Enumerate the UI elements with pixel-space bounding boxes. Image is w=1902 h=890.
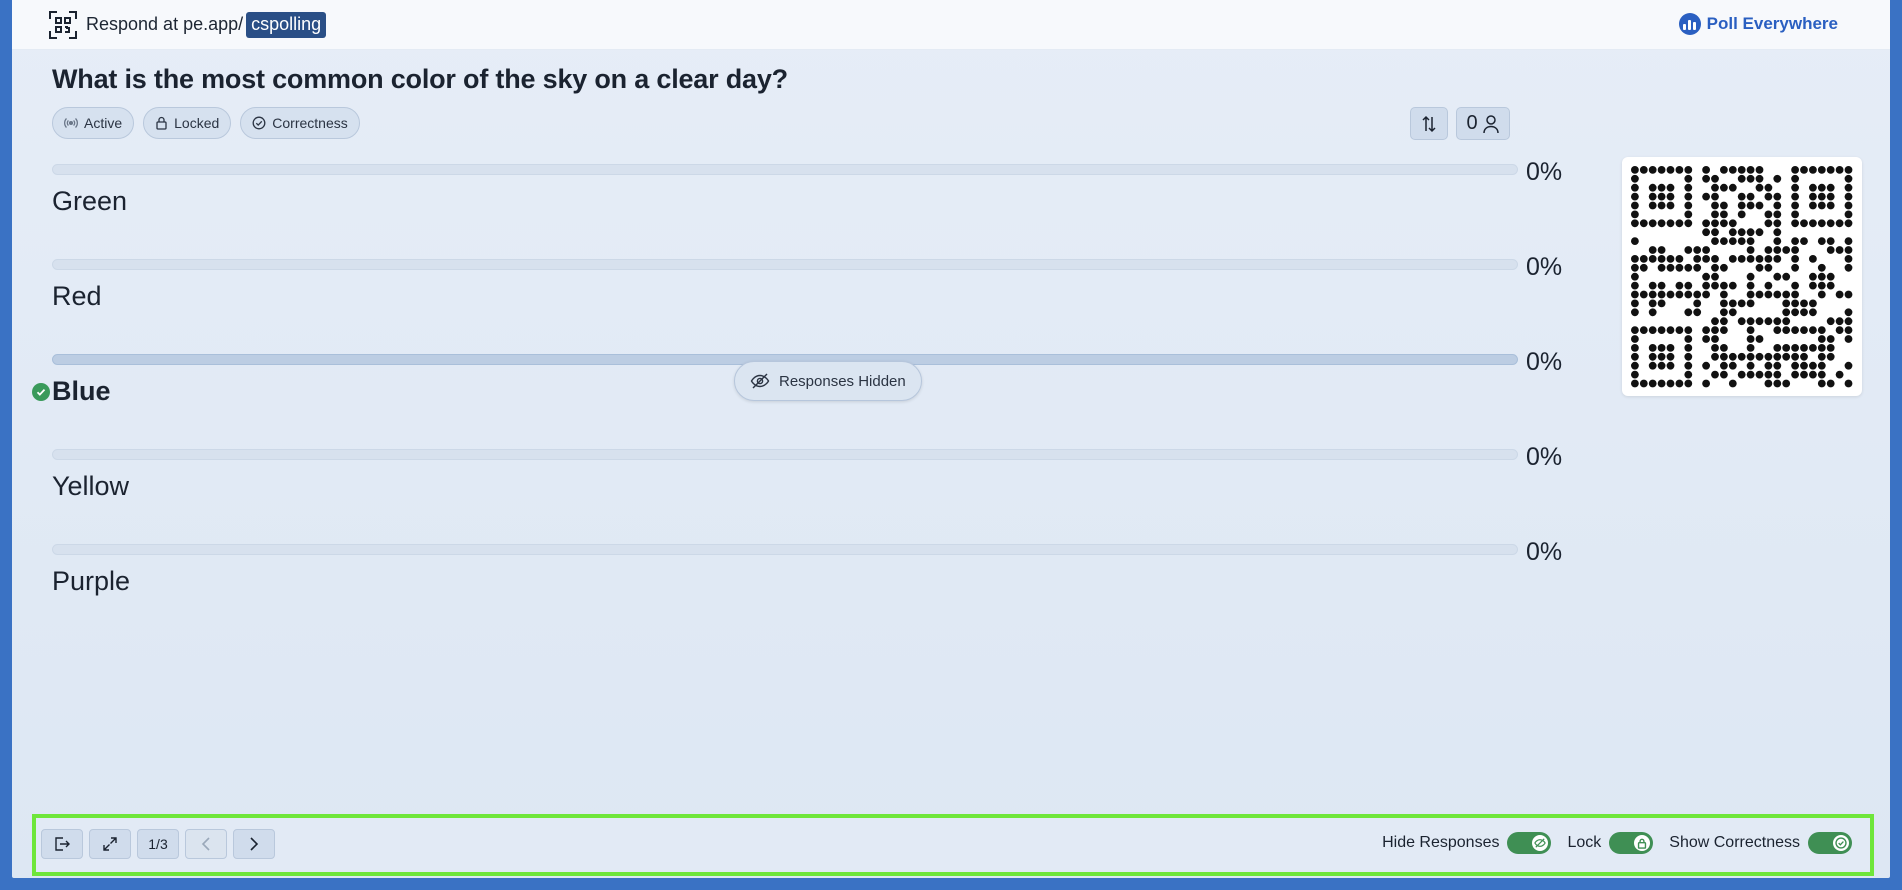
choice-percent: 0% xyxy=(1526,253,1563,281)
top-bar: Respond at pe.app/ cspolling Poll Everyw… xyxy=(12,0,1890,50)
previous-button[interactable] xyxy=(185,829,227,859)
choice-label: Red xyxy=(52,281,102,311)
response-count: 0 xyxy=(1466,112,1478,134)
respond-instructions: Respond at pe.app/ xyxy=(86,14,244,34)
page-indicator[interactable]: 1/3 xyxy=(137,829,179,859)
choice-bar xyxy=(52,259,1518,270)
show-correctness-toggle[interactable] xyxy=(1808,832,1852,854)
brand-name: Poll Everywhere xyxy=(1706,14,1838,33)
presentation-frame: Respond at pe.app/ cspolling Poll Everyw… xyxy=(12,0,1890,878)
lock-icon xyxy=(156,116,167,130)
status-chip-active: Active xyxy=(52,107,135,139)
show-correctness-toggle-group: Show Correctness xyxy=(1669,832,1852,854)
choice-percent: 0% xyxy=(1526,158,1563,186)
choice-percent: 0% xyxy=(1526,443,1563,471)
eye-slash-icon xyxy=(1534,838,1547,848)
choice-purple: 0% Purple xyxy=(52,538,1572,633)
choice-percent: 0% xyxy=(1526,348,1563,376)
eye-slash-icon xyxy=(750,373,770,389)
qr-scan-icon[interactable] xyxy=(48,10,78,40)
response-count-button[interactable]: 0 xyxy=(1456,107,1510,140)
person-icon xyxy=(1482,114,1499,133)
status-chip-label: Correctness xyxy=(272,115,348,131)
poll-everywhere-logo-icon xyxy=(1678,13,1701,35)
qr-code xyxy=(1622,157,1862,396)
toggle-label: Hide Responses xyxy=(1382,834,1500,851)
hide-responses-toggle-group: Hide Responses xyxy=(1382,832,1552,854)
choice-yellow: 0% Yellow xyxy=(52,443,1572,538)
status-chips: Active Locked Correctness xyxy=(52,107,360,139)
expand-icon xyxy=(103,837,117,851)
choice-bar xyxy=(52,449,1518,460)
poll-tools: 0 xyxy=(1410,107,1510,140)
check-circle-icon xyxy=(252,116,266,130)
status-chip-correctness: Correctness xyxy=(240,107,360,139)
status-chip-locked: Locked xyxy=(143,107,232,139)
correct-check-icon xyxy=(32,383,50,401)
qr-code-icon xyxy=(1631,166,1853,388)
presenter-control-bar: 1/3 Hide Responses Lock Show Correctness xyxy=(32,814,1874,876)
chevron-left-icon xyxy=(201,837,210,851)
status-chip-label: Active xyxy=(84,115,123,131)
sort-arrows-icon xyxy=(1422,115,1436,132)
responses-hidden-badge[interactable]: Responses Hidden xyxy=(734,361,922,401)
presentation-nav: 1/3 xyxy=(41,829,275,859)
toggle-knob xyxy=(1833,835,1849,851)
hide-responses-toggle[interactable] xyxy=(1507,832,1552,854)
next-button[interactable] xyxy=(233,829,275,859)
poll-question: What is the most common color of the sky… xyxy=(52,64,788,94)
toggle-knob xyxy=(1634,835,1651,851)
lock-toggle[interactable] xyxy=(1609,832,1654,854)
sort-button[interactable] xyxy=(1410,107,1448,140)
chevron-right-icon xyxy=(250,837,259,851)
lock-icon xyxy=(1638,838,1647,849)
exit-icon xyxy=(55,837,70,851)
choice-bar xyxy=(52,544,1518,555)
responses-hidden-label: Responses Hidden xyxy=(779,372,906,390)
choice-label: Blue xyxy=(52,376,111,406)
choice-label: Green xyxy=(52,186,128,216)
choice-red: 0% Red xyxy=(52,253,1572,348)
toggle-knob xyxy=(1532,835,1549,851)
exit-presentation-button[interactable] xyxy=(41,829,83,859)
fullscreen-button[interactable] xyxy=(89,829,131,859)
status-chip-label: Locked xyxy=(174,115,220,131)
check-circle-icon xyxy=(1835,837,1847,849)
choice-percent: 0% xyxy=(1526,538,1563,566)
toggle-label: Lock xyxy=(1567,834,1602,851)
poll-code: cspolling xyxy=(246,11,327,38)
choice-label: Yellow xyxy=(52,471,130,501)
presenter-toggles: Hide Responses Lock Show Correctness xyxy=(1366,832,1852,854)
brand-logo: Poll Everywhere xyxy=(1678,13,1838,35)
choice-green: 0% Green xyxy=(52,158,1572,253)
choice-bar xyxy=(52,164,1518,175)
lock-toggle-group: Lock xyxy=(1567,832,1654,854)
broadcast-icon xyxy=(64,118,78,128)
toggle-label: Show Correctness xyxy=(1669,834,1800,851)
choice-label: Purple xyxy=(52,566,131,596)
